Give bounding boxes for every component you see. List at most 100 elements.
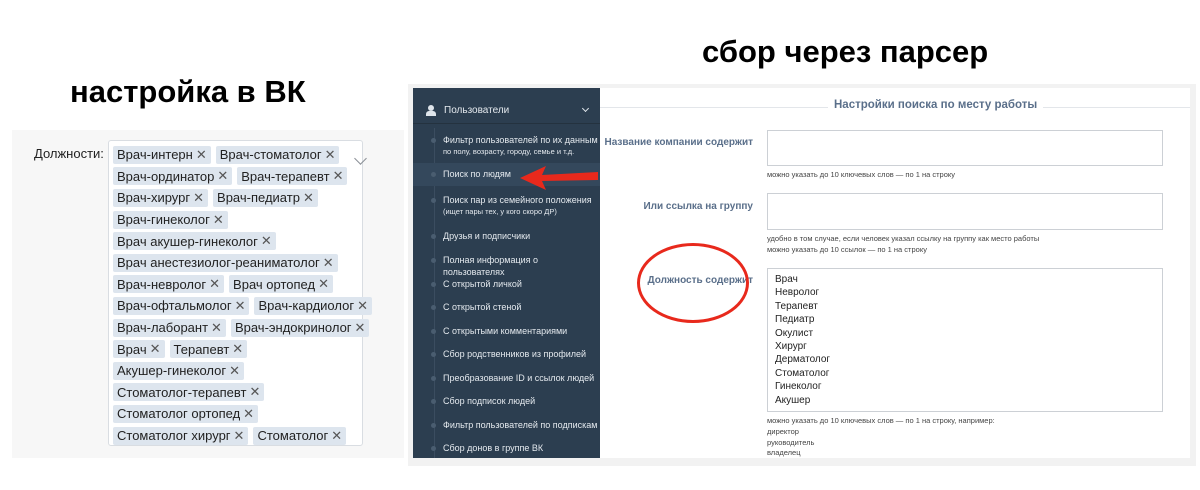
company-hint: можно указать до 10 ключевых слов — по 1… (767, 170, 956, 179)
position-tag: Врач ✕ (113, 340, 165, 359)
sidebar-item[interactable]: Преобразование ID и ссылок людей (413, 372, 600, 384)
sidebar-item[interactable]: Полная информация о пользователях (413, 254, 600, 278)
tag-label: Врач-хирург (117, 190, 191, 206)
position-tag: Врач-терапевт ✕ (237, 167, 348, 186)
vk-settings-panel: Должности: Врач-интерн ✕ Врач-стоматолог ✕ В… (12, 130, 404, 458)
tag-label: Терапевт (173, 341, 230, 357)
remove-tag-icon[interactable]: ✕ (355, 320, 366, 336)
remove-tag-icon[interactable]: ✕ (211, 320, 222, 336)
sidebar-item[interactable]: Сбор родственников из профилей (413, 348, 600, 360)
position-tag: Врач-интерн ✕ (113, 145, 211, 164)
tag-label: Врач акушер-гинеколог (117, 233, 258, 249)
remove-tag-icon[interactable]: ✕ (229, 363, 240, 379)
bullet-icon (431, 352, 436, 357)
sidebar-item-label: Друзья и подписчики (443, 231, 531, 241)
tag-row: Врач-невролог ✕ Врач ортопед ✕ (113, 274, 358, 296)
remove-tag-icon[interactable]: ✕ (243, 406, 254, 422)
tag-row: Врач-лаборант ✕ Врач-эндокринолог ✕ (113, 317, 370, 339)
tag-label: Врач-невролог (117, 276, 207, 292)
position-tag: Врач анестезиолог-реаниматолог ✕ (113, 253, 338, 272)
sidebar-item-label: Полная информация о пользователях (443, 255, 539, 277)
remove-tag-icon[interactable]: ✕ (249, 384, 260, 400)
tag-label: Врач-кардиолог (258, 298, 355, 314)
sidebar-section-users[interactable]: Пользователи (413, 98, 600, 124)
position-tag: Врач-хирург ✕ (113, 188, 209, 207)
remove-tag-icon[interactable]: ✕ (150, 341, 161, 357)
tag-row: Врач-гинеколог ✕ (113, 209, 358, 231)
position-tag: Стоматолог ортопед ✕ (113, 404, 259, 423)
bullet-icon (431, 198, 436, 203)
examples-list: директор руководитель владелец (767, 427, 814, 459)
position-line: Терапевт (775, 300, 818, 312)
tag-label: Стоматолог хирург (117, 428, 231, 444)
remove-tag-icon[interactable]: ✕ (261, 233, 272, 249)
remove-tag-icon[interactable]: ✕ (213, 212, 224, 228)
tag-row: Стоматолог-терапевт ✕ (113, 382, 358, 404)
sidebar-item[interactable]: Фильтр пользователей по подпискам (413, 419, 600, 431)
position-tag: Врач-педиатр ✕ (213, 188, 318, 207)
sidebar-item-label: Поиск пар из семейного положения (443, 195, 592, 205)
positions-multiselect[interactable]: Врач-интерн ✕ Врач-стоматолог ✕ Врач-ординат… (108, 140, 372, 447)
remove-tag-icon[interactable]: ✕ (323, 255, 334, 271)
sidebar-item-label: Сбор донов в группе ВК (443, 443, 544, 453)
bullet-icon (431, 258, 436, 263)
sidebar-item[interactable]: С открытой стеной (413, 301, 600, 313)
remove-tag-icon[interactable]: ✕ (235, 298, 246, 314)
remove-tag-icon[interactable]: ✕ (209, 276, 220, 292)
sidebar-item-label: Преобразование ID и ссылок людей (443, 373, 595, 383)
remove-tag-icon[interactable]: ✕ (196, 147, 207, 163)
position-tag: Врач-офтальмолог ✕ (113, 296, 250, 315)
tag-row: Врач ✕ Терапевт ✕ (113, 338, 358, 360)
sidebar-item[interactable]: Поиск пар из семейного положения (ищет па… (413, 194, 600, 218)
tag-label: Стоматолог ортопед (117, 406, 241, 422)
remove-tag-icon[interactable]: ✕ (232, 341, 243, 357)
tag-label: Врач-офтальмолог (117, 298, 232, 314)
sidebar-item[interactable]: С открытыми комментариями (413, 325, 600, 337)
group-textarea[interactable] (767, 193, 1163, 230)
company-label: Название компании содержит (604, 137, 753, 148)
remove-tag-icon[interactable]: ✕ (325, 147, 336, 163)
position-textarea[interactable]: Врач Невролог Терапевт Педиатр Окулист Хирург… (767, 268, 1163, 412)
remove-tag-icon[interactable]: ✕ (217, 168, 228, 184)
company-textarea[interactable] (767, 130, 1163, 166)
remove-tag-icon[interactable]: ✕ (357, 298, 368, 314)
position-line: Врач (775, 274, 798, 285)
sidebar-item[interactable]: Сбор подписок людей (413, 395, 600, 407)
bullet-icon (431, 329, 436, 334)
group-hint-2: можно указать до 10 ссылок — по 1 на стр… (767, 245, 927, 254)
sidebar-item[interactable]: Сбор донов в группе ВК (413, 442, 600, 454)
position-line: Дерматолог (775, 354, 831, 366)
tag-row: Врач анестезиолог-реаниматолог ✕ (113, 252, 358, 274)
sidebar-item[interactable]: С открытой личкой (413, 278, 600, 290)
tag-label: Врач-интерн (117, 147, 193, 163)
bullet-icon (431, 282, 436, 287)
remove-tag-icon[interactable]: ✕ (331, 428, 342, 444)
sidebar-item[interactable]: Друзья и подписчики (413, 230, 600, 242)
remove-tag-icon[interactable]: ✕ (303, 190, 314, 206)
tag-label: Врач-ординатор (117, 168, 215, 184)
position-line: Невролог (775, 287, 820, 299)
bullet-icon (431, 234, 436, 239)
position-line: Акушер (775, 394, 811, 406)
sidebar-item-subtitle: по полу, возрасту, городу, семье и т.д. (443, 147, 575, 156)
position-line: Окулист (775, 327, 814, 339)
sidebar-item[interactable]: Фильтр пользователей по их данным по полу… (413, 134, 600, 158)
left-title: настройка в ВК (70, 74, 306, 109)
tag-row: Стоматолог хирург ✕ Стоматолог ✕ (113, 425, 358, 447)
position-line: Стоматолог (775, 367, 830, 379)
remove-tag-icon[interactable]: ✕ (193, 190, 204, 206)
bullet-icon (431, 446, 436, 451)
remove-tag-icon[interactable]: ✕ (333, 168, 344, 184)
position-line: Хирург (775, 341, 807, 353)
remove-tag-icon[interactable]: ✕ (318, 276, 329, 292)
sidebar-item-label: Сбор подписок людей (443, 396, 536, 406)
bullet-icon (431, 138, 436, 143)
sidebar-item-label: С открытой стеной (443, 302, 522, 312)
tag-row: Акушер-гинеколог ✕ (113, 360, 358, 382)
tag-row: Врач-ординатор ✕ Врач-терапевт ✕ (113, 166, 358, 188)
remove-tag-icon[interactable]: ✕ (234, 428, 245, 444)
tag-row: Врач-интерн ✕ Врач-стоматолог ✕ (113, 144, 358, 166)
position-tag: Врач-гинеколог ✕ (113, 210, 228, 229)
tag-label: Стоматолог (257, 428, 329, 444)
sidebar-item-label: С открытой личкой (443, 279, 522, 289)
